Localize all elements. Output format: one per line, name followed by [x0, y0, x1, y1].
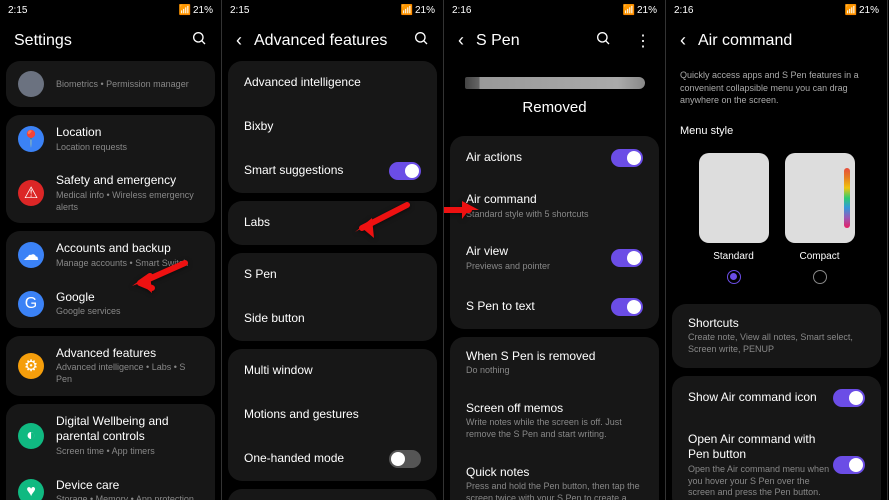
more-icon[interactable]: ⋮ [635, 31, 651, 51]
list-item-show-icon[interactable]: Show Air command icon [672, 376, 881, 420]
status-icons: 📶 21% [845, 5, 879, 16]
card-preview [785, 153, 855, 243]
search-icon[interactable] [191, 30, 207, 51]
security-icon [18, 71, 44, 97]
list-item-air-actions[interactable]: Air actions [450, 136, 659, 180]
accounts-icon: ☁ [18, 242, 44, 268]
status-bar: 2:15 📶 21% [0, 0, 221, 20]
google-icon: G [18, 291, 44, 317]
status-time: 2:16 [452, 5, 471, 16]
safety-icon: ⚠ [18, 180, 44, 206]
menu-style-label: Menu style [666, 115, 887, 143]
list-item-wellbeing[interactable]: ◐Digital Wellbeing and parental controls… [6, 404, 215, 468]
status-icons: 📶 21% [623, 5, 657, 16]
wellbeing-icon: ◐ [18, 423, 44, 449]
list-item-screenshots[interactable]: Screenshots and screen recordings [228, 489, 437, 500]
advanced-icon: ⚙ [18, 353, 44, 379]
back-icon[interactable]: ‹ [458, 30, 464, 51]
header: ‹ S Pen ⋮ [444, 20, 665, 61]
status-bar: 2:15 📶 21% [222, 0, 443, 20]
list-item-advanced-intelligence[interactable]: Advanced intelligence [228, 61, 437, 105]
phone-air-command: 2:16 📶 21% ‹ Air command Quickly access … [666, 0, 888, 500]
list-item-quick-notes[interactable]: Quick notesPress and hold the Pen button… [450, 453, 659, 500]
list-item-advanced-features[interactable]: ⚙Advanced featuresAdvanced intelligence … [6, 336, 215, 396]
list-item-safety[interactable]: ⚠Safety and emergencyMedical info • Wire… [6, 163, 215, 223]
radio-standard[interactable] [727, 270, 741, 284]
status-icons: 📶 21% [179, 5, 213, 16]
header: ‹ Air command [666, 20, 887, 61]
toggle[interactable] [389, 450, 421, 468]
page-title: Settings [14, 32, 72, 50]
header: Settings [0, 20, 221, 61]
toggle[interactable] [833, 389, 865, 407]
header: ‹ Advanced features [222, 20, 443, 61]
list-item-accounts[interactable]: ☁Accounts and backupManage accounts • Sm… [6, 231, 215, 279]
status-bar: 2:16 📶 21% [444, 0, 665, 20]
list-item-motions[interactable]: Motions and gestures [228, 393, 437, 437]
page-title: S Pen [476, 32, 520, 50]
status-icons: 📶 21% [401, 5, 435, 16]
status-bar: 2:16 📶 21% [666, 0, 887, 20]
toggle[interactable] [833, 456, 865, 474]
back-icon[interactable]: ‹ [680, 30, 686, 51]
toggle[interactable] [389, 162, 421, 180]
s-pen-image [465, 77, 645, 89]
toggle[interactable] [611, 249, 643, 267]
list-item-labs[interactable]: Labs [228, 201, 437, 245]
toggle[interactable] [611, 298, 643, 316]
card-standard[interactable]: Standard [699, 153, 769, 284]
radio-compact[interactable] [813, 270, 827, 284]
card-compact[interactable]: Compact [785, 153, 855, 284]
location-icon: 📍 [18, 126, 44, 152]
list-item-bixby[interactable]: Bixby [228, 105, 437, 149]
list-item-smart-suggestions[interactable]: Smart suggestions [228, 149, 437, 193]
list-item-spen-to-text[interactable]: S Pen to text [450, 285, 659, 329]
search-icon[interactable] [595, 30, 611, 51]
list-item-when-removed[interactable]: When S Pen is removedDo nothing [450, 337, 659, 389]
s-pen-status: Removed [444, 99, 665, 116]
list-item-screen-off-memos[interactable]: Screen off memosWrite notes while the sc… [450, 389, 659, 453]
back-icon[interactable]: ‹ [236, 30, 242, 51]
phone-s-pen: 2:16 📶 21% ‹ S Pen ⋮ Removed Air actions… [444, 0, 666, 500]
list-item-shortcuts[interactable]: ShortcutsCreate note, View all notes, Sm… [672, 304, 881, 368]
list-item[interactable]: Biometrics • Permission manager [6, 61, 215, 107]
list-item-air-command[interactable]: Air commandStandard style with 5 shortcu… [450, 180, 659, 232]
list-item-side-button[interactable]: Side button [228, 297, 437, 341]
status-time: 2:15 [8, 5, 27, 16]
list-item-location[interactable]: 📍LocationLocation requests [6, 115, 215, 163]
list-item-google[interactable]: GGoogleGoogle services [6, 280, 215, 328]
status-time: 2:16 [674, 5, 693, 16]
description: Quickly access apps and S Pen features i… [666, 61, 887, 115]
page-title: Air command [698, 32, 792, 50]
list-item-multi-window[interactable]: Multi window [228, 349, 437, 393]
list-item-one-handed[interactable]: One-handed mode [228, 437, 437, 481]
search-icon[interactable] [413, 30, 429, 51]
device-care-icon: ♥ [18, 479, 44, 500]
list-item-air-view[interactable]: Air viewPreviews and pointer [450, 232, 659, 284]
page-title: Advanced features [254, 32, 387, 50]
status-time: 2:15 [230, 5, 249, 16]
menu-style-cards: Standard Compact [666, 143, 887, 294]
list-item-s-pen[interactable]: S Pen [228, 253, 437, 297]
toggle[interactable] [611, 149, 643, 167]
list-item-open-pen-button[interactable]: Open Air command with Pen buttonOpen the… [672, 420, 881, 500]
phone-settings: 2:15 📶 21% Settings Biometrics • Permiss… [0, 0, 222, 500]
list-item-device-care[interactable]: ♥Device careStorage • Memory • App prote… [6, 468, 215, 500]
phone-advanced-features: 2:15 📶 21% ‹ Advanced features Advanced … [222, 0, 444, 500]
card-preview [699, 153, 769, 243]
